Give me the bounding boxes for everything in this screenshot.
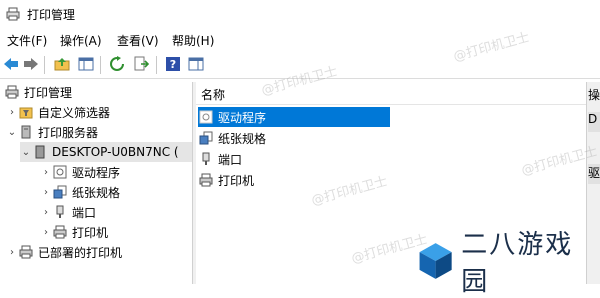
printer-icon — [4, 84, 20, 100]
server-icon — [18, 124, 34, 140]
refresh-icon[interactable] — [108, 55, 126, 73]
tree-item-ports[interactable]: › 端口 — [40, 202, 96, 222]
tree-item-server[interactable]: ⌄ DESKTOP-U0BN7NC ( — [20, 142, 192, 162]
menu-bar: 文件(F) 操作(A) 查看(V) 帮助(H) — [0, 28, 600, 50]
list-item-ports[interactable]: 端口 — [198, 149, 242, 169]
svg-text:?: ? — [170, 58, 176, 71]
toolbar-separator — [44, 56, 45, 74]
printer-icon — [198, 172, 214, 188]
printer-icon — [18, 244, 34, 260]
brand-logo: 二八游戏园 — [416, 230, 586, 297]
port-icon — [198, 151, 214, 167]
actions-item-label: D — [588, 112, 598, 126]
tree-item-print-management[interactable]: 打印管理 — [4, 82, 72, 102]
tree-item-printers[interactable]: › 打印机 — [40, 222, 108, 242]
list-item-label: 驱动程序 — [218, 110, 267, 125]
printer-app-icon — [6, 7, 20, 21]
menu-view[interactable]: 查看(V) — [117, 32, 159, 49]
show-hide-tree-icon[interactable] — [77, 55, 95, 73]
window-title: 打印管理 — [27, 8, 76, 22]
tree-label: 端口 — [72, 205, 97, 220]
list-item-label: 纸张规格 — [218, 131, 267, 146]
printer-icon — [52, 224, 68, 240]
chevron-right-icon[interactable]: › — [40, 187, 52, 198]
paper-forms-icon — [52, 184, 68, 200]
tree-item-drivers[interactable]: › 驱动程序 — [40, 162, 120, 182]
forward-icon[interactable] — [22, 55, 40, 73]
paper-forms-icon — [198, 130, 214, 146]
toolbar-separator — [156, 56, 157, 74]
actions-pane: 操 D 驱 — [586, 82, 600, 284]
tree-label: DESKTOP-U0BN7NC ( — [52, 145, 179, 159]
brand-name: 二八游戏园 — [461, 230, 574, 297]
computer-icon — [32, 144, 48, 160]
cube-logo-icon — [419, 243, 452, 279]
export-list-icon[interactable] — [132, 55, 150, 73]
list-item-drivers[interactable]: 驱动程序 — [198, 107, 390, 127]
tree-label: 已部署的打印机 — [38, 245, 123, 260]
chevron-right-icon[interactable]: › — [40, 167, 52, 178]
toolbar-separator — [100, 56, 101, 74]
tree-label: 打印管理 — [24, 85, 73, 100]
toolbar: ? — [0, 52, 600, 79]
tree-label: 纸张规格 — [72, 185, 121, 200]
actions-item[interactable]: 驱 — [588, 164, 600, 184]
chevron-right-icon[interactable]: › — [40, 207, 52, 218]
tree-item-print-servers[interactable]: ⌄ 打印服务器 — [6, 122, 98, 142]
chevron-down-icon[interactable]: ⌄ — [6, 127, 18, 138]
tree-item-forms[interactable]: › 纸张规格 — [40, 182, 120, 202]
menu-action[interactable]: 操作(A) — [60, 32, 102, 49]
back-icon[interactable] — [2, 55, 20, 73]
up-folder-icon[interactable] — [53, 55, 71, 73]
show-action-pane-icon[interactable] — [187, 55, 205, 73]
column-header-name[interactable]: 名称 — [196, 82, 586, 105]
port-icon — [52, 204, 68, 220]
tree-item-deployed-printers[interactable]: › 已部署的打印机 — [6, 242, 122, 262]
help-icon[interactable]: ? — [164, 55, 182, 73]
driver-icon — [52, 164, 68, 180]
list-item-label: 打印机 — [218, 173, 255, 188]
menu-file[interactable]: 文件(F) — [7, 32, 47, 49]
list-item-forms[interactable]: 纸张规格 — [198, 128, 266, 148]
filter-folder-icon — [18, 104, 34, 120]
chevron-right-icon[interactable]: › — [6, 107, 18, 118]
list-item-printers[interactable]: 打印机 — [198, 170, 254, 190]
tree-label: 打印机 — [72, 225, 109, 240]
chevron-right-icon[interactable]: › — [6, 247, 18, 258]
tree-label: 驱动程序 — [72, 165, 121, 180]
console-tree: 打印管理 › 自定义筛选器 ⌄ 打印服务器 ⌄ DESKTOP-U0BN7NC … — [0, 82, 192, 284]
driver-icon — [198, 109, 214, 125]
tree-label: 自定义筛选器 — [38, 105, 111, 120]
title-bar: 打印管理 — [0, 0, 600, 28]
actions-item[interactable]: D — [588, 112, 600, 132]
list-item-label: 端口 — [218, 152, 243, 167]
actions-header: 操 — [588, 88, 600, 102]
tree-item-custom-filters[interactable]: › 自定义筛选器 — [6, 102, 110, 122]
menu-help[interactable]: 帮助(H) — [172, 32, 214, 49]
column-header-label: 名称 — [201, 88, 226, 102]
tree-label: 打印服务器 — [38, 125, 99, 140]
chevron-right-icon[interactable]: › — [40, 227, 52, 238]
actions-item-label: 驱 — [588, 166, 600, 180]
chevron-down-icon[interactable]: ⌄ — [20, 147, 32, 158]
